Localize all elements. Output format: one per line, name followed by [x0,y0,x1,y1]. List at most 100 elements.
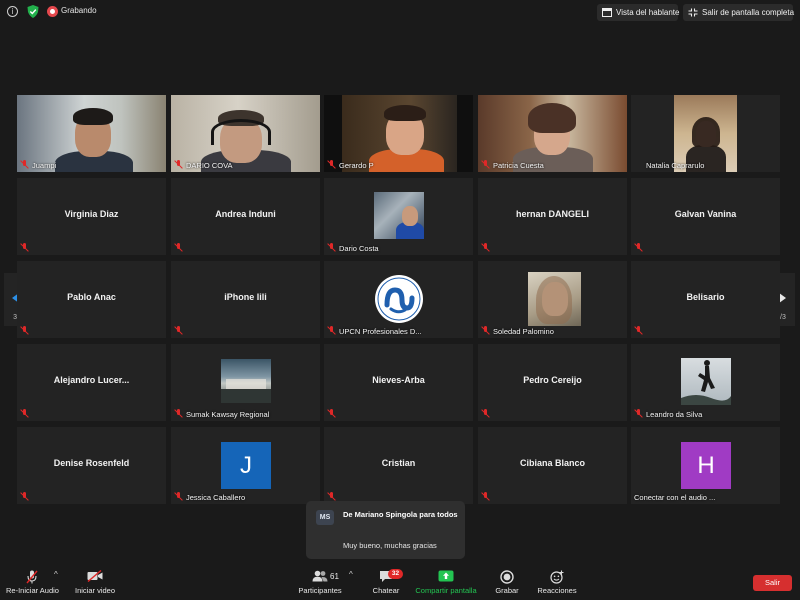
participant-count: 61 [330,572,339,581]
record-button[interactable]: Grabar [488,562,526,600]
participant-tile[interactable]: Soledad Palomino [478,261,627,338]
participant-tile[interactable]: UPCN Profesionales D... [324,261,473,338]
participant-name: Andrea Induni [215,209,276,219]
participant-name: Conectar con el audio ... [634,493,716,502]
share-screen-button[interactable]: Compartir pantalla [412,562,480,600]
speaker-view-icon [602,8,612,17]
participant-name: Belisario [686,292,725,302]
leave-meeting-button[interactable]: Salir [753,575,792,591]
participant-name: Alejandro Lucer... [53,375,130,385]
profile-picture [528,272,581,326]
participant-name: Sumak Kawsay Regional [186,410,270,419]
mic-muted-icon [20,243,29,252]
chat-sender: De Mariano Spingola para todos [343,510,458,519]
participant-name: Leandro da Silva [646,410,703,419]
mic-muted-icon [634,243,643,252]
exit-fullscreen-label: Salir de pantalla completa [702,8,795,17]
chat-notification[interactable]: MS De Mariano Spingola para todos Muy bu… [306,501,465,559]
reactions-label: Reacciones [537,586,577,595]
participant-tile[interactable]: Cibiana Blanco [478,427,627,504]
profile-picture [221,359,271,403]
participant-tile[interactable]: H Conectar con el audio ... [631,427,780,504]
participant-name: Dario Costa [339,244,379,253]
mic-muted-icon [481,326,490,335]
participant-name: Denise Rosenfeld [53,458,130,468]
mic-muted-icon [174,160,183,169]
participant-tile[interactable]: Belisario [631,261,780,338]
participant-name: Patricia Cuesta [493,161,544,170]
sender-avatar: MS [316,510,334,525]
audio-button[interactable]: Re-Iniciar Audio [5,562,60,600]
participant-name: Nieves-Arba [372,375,425,385]
mic-muted-icon [174,492,183,501]
smiley-add-icon [550,570,564,584]
participant-name: Juampi [32,161,57,170]
share-screen-icon [438,570,454,582]
participant-tile[interactable]: iPhone lili [171,261,320,338]
mic-muted-icon [481,492,490,501]
mic-muted-icon [327,160,336,169]
participant-grid: Juampi DARIO COVA Gerardo P Patricia Cue… [17,95,783,505]
exit-fullscreen-button[interactable]: Salir de pantalla completa [683,4,795,21]
participant-name: UPCN Profesionales D... [339,327,422,336]
chat-button[interactable]: Chatear [365,562,407,600]
participant-tile[interactable]: Patricia Cuesta [478,95,627,172]
participants-options-caret-icon[interactable]: ^ [349,570,353,579]
participant-tile[interactable]: Galvan Vanina [631,178,780,255]
participant-tile[interactable]: Gerardo P [324,95,473,172]
participant-tile[interactable]: Denise Rosenfeld [17,427,166,504]
participant-name: hernan DANGELI [515,209,589,219]
mic-muted-icon [20,492,29,501]
audio-options-caret-icon[interactable]: ^ [54,570,58,579]
profile-picture [681,358,731,405]
speaker-view-label: Vista del hablante [616,8,680,17]
participant-tile[interactable]: hernan DANGELI [478,178,627,255]
avatar: J [221,442,271,489]
participant-tile[interactable]: Andrea Induni [171,178,320,255]
participant-name: Natalia Caprarulo [646,161,705,170]
audio-label: Re-Iniciar Audio [6,586,59,595]
participants-button[interactable]: Participantes [296,562,344,600]
mic-muted-icon [20,326,29,335]
mic-muted-icon [634,326,643,335]
video-label: Iniciar video [74,586,116,595]
participant-name: Jessica Caballero [186,493,246,502]
record-icon [500,570,514,584]
video-button[interactable]: Iniciar video [70,562,120,600]
mic-muted-icon [20,160,29,169]
exit-fullscreen-icon [688,8,698,17]
mic-muted-icon [174,409,183,418]
recording-label: Grabando [61,6,97,15]
participant-tile[interactable]: Sumak Kawsay Regional [171,344,320,421]
participant-tile[interactable]: Juampi [17,95,166,172]
participant-tile[interactable]: Alejandro Lucer... [17,344,166,421]
meeting-toolbar: Re-Iniciar Audio ^ Iniciar video Partici… [0,562,800,600]
record-icon [47,6,58,17]
participant-tile[interactable]: Natalia Caprarulo [631,95,780,172]
participant-tile[interactable]: Cristian [324,427,473,504]
shield-icon[interactable] [27,5,39,18]
speaker-view-button[interactable]: Vista del hablante [597,4,680,21]
avatar: H [681,442,731,489]
mic-muted-icon [327,409,336,418]
participant-tile[interactable]: Dario Costa [324,178,473,255]
participant-name: DARIO COVA [186,161,233,170]
reactions-button[interactable]: Reacciones [535,562,579,600]
participant-tile[interactable]: Pablo Anac [17,261,166,338]
participant-tile[interactable]: Virginia Diaz [17,178,166,255]
participant-tile[interactable]: DARIO COVA [171,95,320,172]
camera-off-icon [87,570,103,582]
mic-muted-icon [20,409,29,418]
participant-tile[interactable]: Pedro Cereijo [478,344,627,421]
chat-message: Muy bueno, muchas gracias [343,541,437,550]
info-icon[interactable]: i [7,6,18,17]
participant-tile[interactable]: Nieves-Arba [324,344,473,421]
participant-name: Soledad Palomino [493,327,554,336]
participant-name: Gerardo P [339,161,374,170]
profile-picture [374,192,424,239]
participant-tile[interactable]: Leandro da Silva [631,344,780,421]
mic-muted-icon [634,409,643,418]
participant-tile[interactable]: J Jessica Caballero [171,427,320,504]
unread-chat-badge: 32 [388,569,403,579]
share-screen-label: Compartir pantalla [415,586,477,595]
